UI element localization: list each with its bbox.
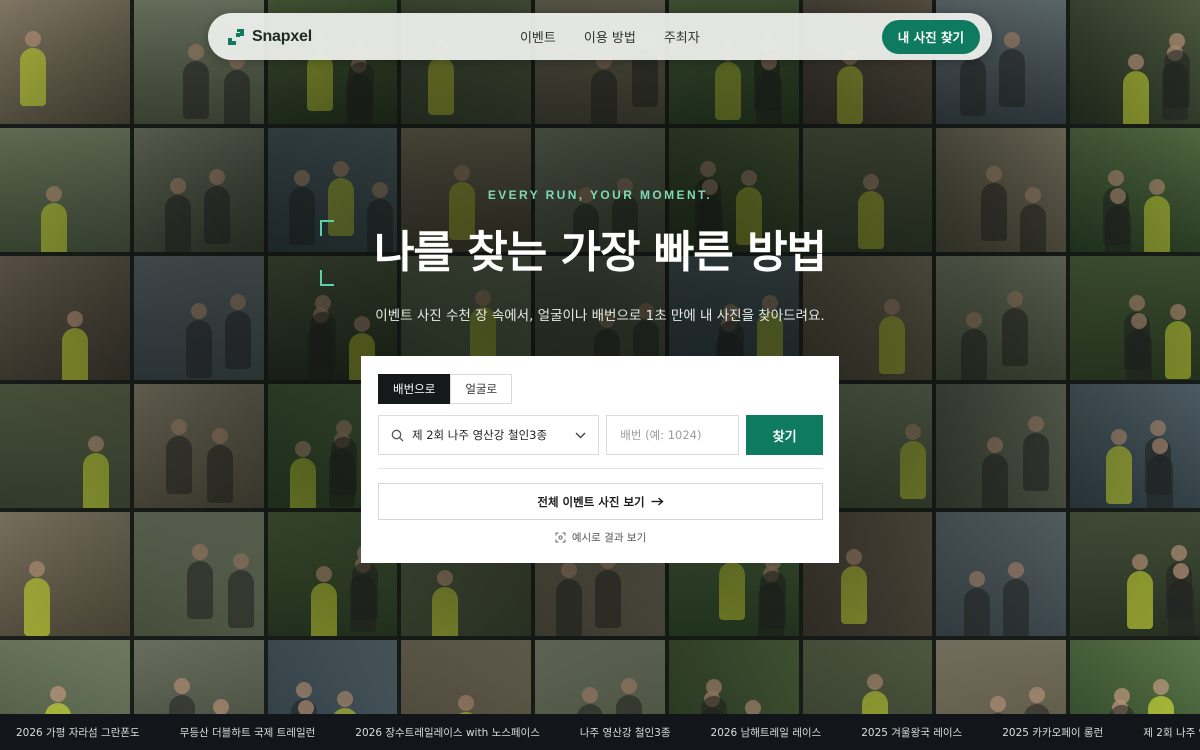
hero-tagline: EVERY RUN, YOUR MOMENT. <box>487 188 713 202</box>
ticker-event-item[interactable]: 2026 장수트레일레이스 with 노스페이스 <box>355 725 540 740</box>
hero-title-block: 나를 찾는 가장 빠른 방법 <box>320 218 880 288</box>
main-menu: 이벤트 이용 방법 주최자 <box>520 27 700 46</box>
snapxel-logo-icon <box>228 28 244 45</box>
ticker-event-item[interactable]: 2026 남해트레일 레이스 <box>711 725 822 740</box>
ticker-event-item[interactable]: 2026 가평 자라섬 그란폰도 <box>16 725 140 740</box>
ticker-event-item[interactable]: 2025 겨울왕국 레이스 <box>861 725 962 740</box>
ticker-event-item[interactable]: 2025 카카오페이 롱런 <box>1002 725 1103 740</box>
tab-bib-number[interactable]: 배번으로 <box>378 374 451 404</box>
scan-face-icon <box>555 532 566 543</box>
find-my-photos-button[interactable]: 내 사진 찾기 <box>881 19 980 54</box>
chevron-down-icon <box>575 432 586 438</box>
event-select-value: 제 2회 나주 영산강 철인3종 <box>412 428 548 442</box>
example-results-label: 예시로 결과 보기 <box>571 532 647 544</box>
arrow-right-icon <box>651 497 664 506</box>
brand-name: Snapxel <box>252 27 312 45</box>
search-icon <box>391 429 404 441</box>
bib-number-input[interactable] <box>606 415 740 455</box>
example-results-link[interactable]: 예시로 결과 보기 <box>378 530 823 545</box>
view-all-label: 전체 이벤트 사진 보기 <box>537 494 645 509</box>
hero-title: 나를 찾는 가장 빠른 방법 <box>373 227 827 278</box>
brand-logo[interactable]: Snapxel <box>228 28 312 46</box>
ticker-event-item[interactable]: 나주 영산강 철인3종 <box>580 725 671 740</box>
nav-link-organizers[interactable]: 주최자 <box>664 27 700 46</box>
search-mode-tabs: 배번으로 얼굴로 <box>378 374 823 404</box>
event-ticker: 2026 가평 자라섬 그란폰도 무등산 더블하트 국제 트레일런 2026 장수트… <box>0 714 1200 750</box>
photo-search-card: 배번으로 얼굴로 제 2회 나주 영산강 철인3종 찾기 전체 이벤트 사진 보… <box>361 356 839 563</box>
event-select[interactable]: 제 2회 나주 영산강 철인3종 <box>378 415 600 455</box>
tab-face[interactable]: 얼굴로 <box>450 374 513 404</box>
find-button[interactable]: 찾기 <box>746 415 823 455</box>
card-divider <box>378 468 823 469</box>
top-navigation-bar: Snapxel 이벤트 이용 방법 주최자 내 사진 찾기 <box>208 13 992 60</box>
view-all-event-photos-button[interactable]: 전체 이벤트 사진 보기 <box>378 483 823 520</box>
nav-link-how-to-use[interactable]: 이용 방법 <box>584 27 636 46</box>
ticker-event-item[interactable]: 제 2회 나주 영산강 철인3종 <box>1143 725 1200 740</box>
search-row: 제 2회 나주 영산강 철인3종 찾기 <box>378 415 823 455</box>
ticker-event-item[interactable]: 무등산 더블하트 국제 트레일런 <box>180 725 316 740</box>
hero-subtitle: 이벤트 사진 수천 장 속에서, 얼굴이나 배번으로 1초 만에 내 사진을 찾… <box>375 308 825 324</box>
nav-link-events[interactable]: 이벤트 <box>520 27 556 46</box>
